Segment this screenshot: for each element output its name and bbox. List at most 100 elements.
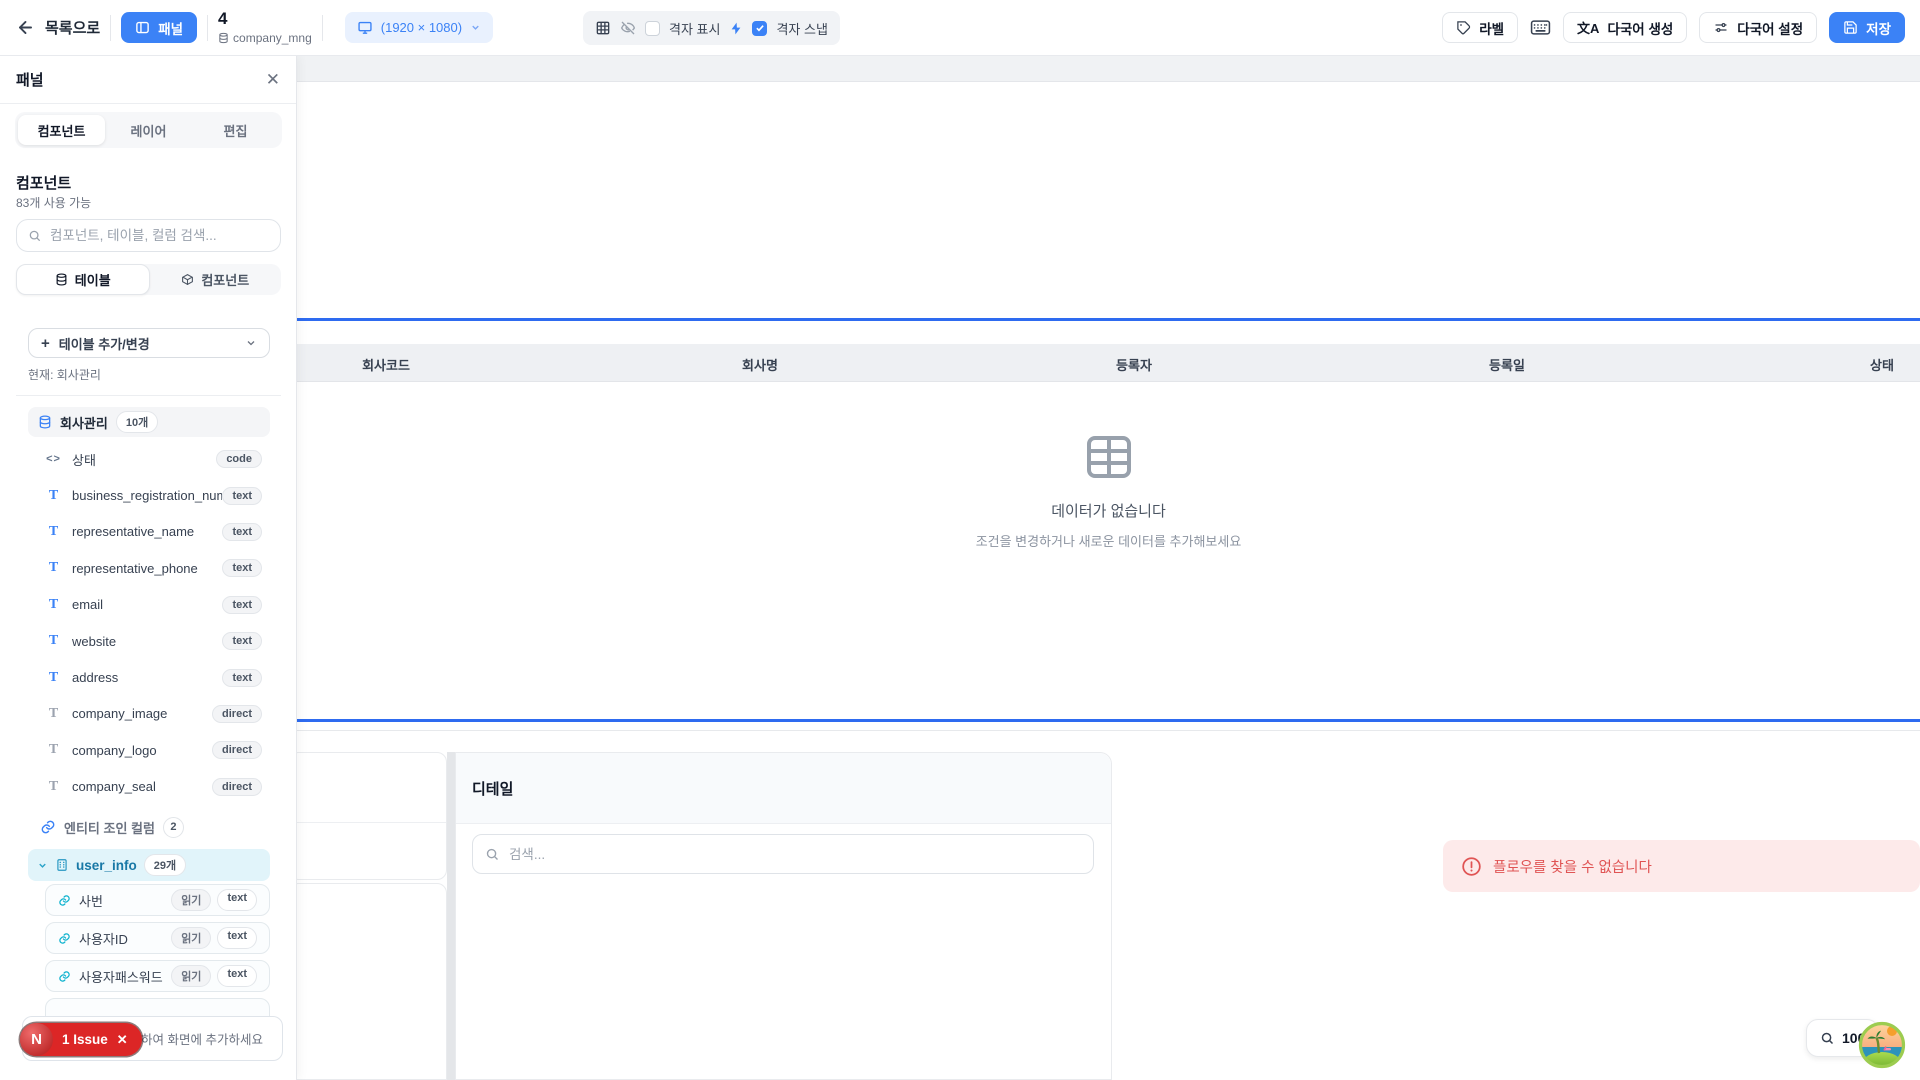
selection-outline-top[interactable] (297, 318, 1920, 321)
bound-table-name: company_mng (233, 32, 312, 45)
join-table-count-badge: 29개 (144, 854, 186, 876)
translate-icon: 文A (1577, 18, 1599, 37)
island-theme-icon[interactable] (1858, 1021, 1906, 1069)
detail-search-box[interactable] (472, 834, 1094, 874)
grid-card-bottom-border (297, 730, 1920, 731)
add-table-dropdown[interactable]: + 테이블 추가/변경 (28, 328, 270, 358)
resolution-selector[interactable]: (1920 × 1080) (345, 12, 493, 43)
column-header[interactable]: 등록자 (1116, 355, 1152, 374)
close-icon[interactable]: ✕ (266, 70, 280, 90)
selection-outline-bottom[interactable] (297, 719, 1920, 722)
grid-snap-label[interactable]: 격자 스냅 (776, 19, 827, 38)
detail-search-input[interactable] (509, 847, 1081, 862)
tab-layers[interactable]: 레이어 (105, 115, 192, 145)
text-type-icon: T (45, 670, 62, 686)
lightning-icon (729, 21, 743, 36)
label-button-text: 라벨 (1479, 18, 1504, 38)
column-name: company_seal (72, 779, 212, 794)
keyboard-icon (1530, 19, 1551, 36)
component-search-box[interactable] (16, 219, 281, 252)
column-name: website (72, 634, 222, 649)
panel-tabbar: 컴포넌트 레이어 편집 (15, 112, 282, 148)
left-panel: 패널 ✕ 컴포넌트 레이어 편집 컴포넌트 83개 사용 가능 테이블 (0, 56, 297, 1080)
column-type-badge: text (222, 632, 262, 650)
column-header[interactable]: 회사코드 (362, 355, 410, 374)
mode-tables[interactable]: 테이블 (16, 264, 150, 295)
grid-icon (595, 20, 611, 36)
i18n-generate-button[interactable]: 文A 다국어 생성 (1563, 12, 1687, 43)
column-header[interactable]: 등록일 (1489, 355, 1525, 374)
link-icon (58, 894, 71, 907)
grid-show-label[interactable]: 격자 표시 (669, 19, 720, 38)
empty-state-subtitle: 조건을 변경하거나 새로운 데이터를 추가해보세요 (976, 531, 1242, 550)
mode-toggle: 테이블 컴포넌트 (16, 264, 281, 295)
column-name: company_image (72, 706, 212, 721)
table-item-name: 회사관리 (60, 413, 108, 432)
table-count-badge: 10개 (116, 411, 158, 433)
empty-table-icon (1085, 434, 1133, 480)
app-window: 목록으로 패널 4 company_mng (0, 0, 1920, 1080)
text-type-icon: T (45, 488, 62, 504)
components-section-title: 컴포넌트 (16, 172, 71, 193)
join-column-item[interactable]: 사번 읽기 text (45, 884, 270, 916)
column-header[interactable]: 회사명 (742, 355, 778, 374)
join-column-item[interactable]: 사용자패스워드 읽기 text (45, 960, 270, 992)
mode-tables-label: 테이블 (75, 270, 111, 289)
components-available-count: 83개 사용 가능 (16, 194, 91, 211)
column-item[interactable]: T company_logo direct (0, 732, 296, 768)
keyboard-shortcuts-button[interactable] (1530, 19, 1551, 36)
panel-toggle-label: 패널 (158, 18, 183, 38)
sliders-icon (1713, 20, 1729, 35)
text-type-icon: T (45, 597, 62, 613)
link-icon (58, 970, 71, 983)
column-item[interactable]: T address text (0, 659, 296, 695)
back-button[interactable] (16, 18, 35, 37)
join-table-item-user-info[interactable]: user_info 29개 (28, 849, 270, 881)
vertical-splitter-handle[interactable] (447, 752, 455, 1080)
chevron-down-icon (470, 22, 481, 33)
flow-error-text: 플로우를 찾을 수 없습니다 (1493, 856, 1652, 877)
column-name: representative_name (72, 524, 222, 539)
column-header[interactable]: 상태 (1870, 355, 1894, 374)
column-item[interactable]: T company_image direct (0, 696, 296, 732)
magnifier-icon (1820, 1031, 1835, 1046)
component-search-input[interactable] (50, 228, 269, 243)
i18n-settings-button[interactable]: 다국어 설정 (1699, 12, 1817, 43)
column-name: email (72, 597, 222, 612)
database-icon (218, 32, 229, 44)
save-button[interactable]: 저장 (1829, 12, 1905, 43)
grid-show-checkbox[interactable] (645, 21, 660, 36)
monitor-icon (357, 20, 373, 35)
panel-toggle-button[interactable]: 패널 (121, 12, 197, 43)
direct-type-icon: T (45, 742, 62, 758)
column-item[interactable]: T business_registration_numb text (0, 477, 296, 513)
back-label[interactable]: 목록으로 (45, 17, 100, 38)
close-icon[interactable]: ✕ (117, 1032, 128, 1048)
save-button-text: 저장 (1866, 18, 1891, 38)
column-item[interactable]: T email text (0, 587, 296, 623)
data-grid-header-row[interactable]: 회사코드 회사명 등록자 등록일 상태 (297, 344, 1920, 382)
issue-badge[interactable]: N 1 Issue ✕ (20, 1023, 142, 1056)
tab-edit[interactable]: 편집 (192, 115, 279, 145)
arrow-left-icon (16, 18, 35, 37)
plus-icon: + (41, 335, 50, 352)
mode-components[interactable]: 컴포넌트 (150, 264, 282, 295)
link-icon (40, 819, 56, 835)
column-item[interactable]: T company_seal direct (0, 769, 296, 805)
grid-snap-checkbox[interactable] (752, 21, 767, 36)
table-item-company[interactable]: 회사관리 10개 (28, 407, 270, 437)
column-item[interactable]: T representative_name text (0, 514, 296, 550)
label-button[interactable]: 라벨 (1442, 12, 1518, 43)
tag-icon (1456, 20, 1471, 35)
package-icon (181, 273, 194, 286)
grid-options-group: 격자 표시 격자 스냅 (583, 11, 840, 45)
join-column-item[interactable]: 사용자ID 읽기 text (45, 922, 270, 954)
join-table-name: user_info (76, 858, 137, 873)
tab-components[interactable]: 컴포넌트 (18, 115, 105, 145)
column-item[interactable]: <> 상태 code (0, 441, 296, 477)
column-type-badge: text (222, 596, 262, 614)
column-item[interactable]: T website text (0, 623, 296, 659)
column-type-badge: direct (212, 705, 262, 723)
link-icon (58, 932, 71, 945)
column-item[interactable]: T representative_phone text (0, 550, 296, 586)
